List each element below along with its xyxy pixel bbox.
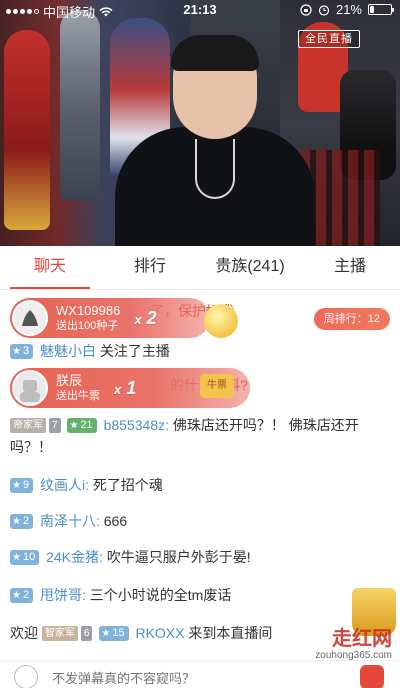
level-badge: ★ 10 [10, 550, 40, 565]
tab-nobles[interactable]: 贵族(241) [200, 246, 300, 289]
guard-badge: 智家军 [41, 626, 78, 641]
chat-username[interactable]: 纹画人i: [40, 477, 89, 493]
watermark-text: 走红网 [332, 628, 392, 650]
status-right: 21% [300, 2, 394, 17]
chat-input-bar [0, 660, 400, 688]
chat-line: ★ 2 南泽十八: 666 [10, 510, 392, 532]
gift-info: WX109986 送出100种子 [56, 303, 120, 333]
gift-sender-name: WX109986 [56, 303, 121, 318]
gift-button[interactable] [360, 665, 384, 688]
alarm-icon [318, 4, 330, 16]
chat-line: 帝家军 7 ★ 21 b855348z: 佛珠店还开吗？！ 佛珠店还开吗？！ [10, 414, 392, 458]
guard-level: 6 [80, 626, 93, 641]
guard-level: 7 [49, 418, 61, 433]
chat-input[interactable] [52, 667, 342, 688]
gift-info: 朕辰 送出牛票 [56, 373, 100, 403]
tab-anchor[interactable]: 主播 [300, 246, 400, 289]
level-badge: ★ 2 [10, 514, 34, 529]
battery-percent: 21% [335, 2, 362, 17]
chat-line: ★ 2 甩饼哥: 三个小时说的全tm废话 [10, 584, 392, 606]
gift-banner: WX109986 送出100种子 x 2 [10, 298, 210, 338]
level-badge: ★ 2 [10, 588, 34, 603]
platform-logo: 全民直播 [298, 30, 360, 48]
level-badge: ★ 15 [99, 626, 129, 641]
chat-text: 关注了主播 [99, 343, 170, 359]
gift-mascot-icon [204, 304, 238, 338]
watermark-url: zouhong365.com [315, 650, 392, 661]
chat-username[interactable]: b855348z: [104, 417, 169, 433]
chat-panel[interactable]: 了，保护好我 WX109986 送出100种子 x 2 周排行：12 ★3 魅魅… [0, 290, 400, 660]
chat-line: ★ 9 纹画人i: 死了招个魂 [10, 474, 392, 496]
gift-description: 送出100种子 [56, 320, 119, 332]
welcome-suffix: 来到本直播间 [188, 625, 273, 641]
chat-username[interactable]: 魅魅小白 [40, 343, 96, 359]
streamer [115, 35, 315, 246]
battery-icon [368, 4, 394, 15]
room-tabs: 聊天 排行 贵族(241) 主播 [0, 246, 400, 290]
chat-text: 三个小时说的全tm废话 [89, 587, 232, 603]
streamer-necklace [195, 139, 235, 199]
chat-text: 666 [103, 513, 128, 529]
gift-count: 1 [126, 377, 137, 398]
gift-count: 2 [146, 307, 157, 328]
level-badge: ★ 3 [10, 344, 34, 359]
gift-multiplier: x 1 [114, 377, 137, 398]
weekly-rank-button[interactable]: 周排行：12 [313, 308, 390, 330]
tab-chat[interactable]: 聊天 [0, 246, 100, 289]
watermark: 走红网 zouhong365.com [315, 628, 392, 662]
rotation-lock-icon [300, 3, 312, 16]
chat-username[interactable]: 24K金猪: [46, 549, 103, 565]
chat-username[interactable]: 南泽十八: [40, 513, 100, 529]
tab-ranking[interactable]: 排行 [100, 246, 200, 289]
chat-line: ★ 10 24K金猪: 吹牛逼只服户外彭于晏! [10, 546, 392, 568]
ticket-gift-icon: 牛票 [200, 374, 234, 398]
figure-ironman [4, 30, 50, 230]
chat-line: ★ 3 魅魅小白 关注了主播 [10, 340, 392, 362]
chat-text: 佛珠店还开吗？！ 佛珠店还开吗？！ [10, 417, 359, 455]
gift-multiplier: x 2 [134, 307, 157, 328]
live-room-screen: 全民直播 中国移动 21:13 21% 聊天 排行 贵族(241) 主播 了，保… [0, 0, 400, 688]
chat-text: 吹牛逼只服户外彭于晏! [106, 549, 251, 565]
gift-description: 送出牛票 [56, 390, 100, 402]
chat-username[interactable]: 甩饼哥: [40, 587, 86, 603]
guard-badge: 帝家军 [10, 418, 46, 433]
avatar [12, 370, 48, 406]
avatar [12, 300, 48, 336]
level-badge: ★ 9 [10, 478, 34, 493]
streamer-hair [171, 35, 259, 71]
live-video[interactable]: 全民直播 [0, 0, 400, 246]
level-badge: ★ 21 [67, 418, 97, 433]
chat-text: 死了招个魂 [92, 477, 163, 493]
welcome-prefix: 欢迎 [10, 625, 38, 641]
welcome-username[interactable]: RKOXX [135, 625, 184, 641]
gift-sender-name: 朕辰 [56, 373, 83, 388]
figure-silver [60, 10, 100, 200]
emoji-icon[interactable] [14, 665, 38, 688]
status-bar: 中国移动 21:13 21% [0, 0, 400, 20]
